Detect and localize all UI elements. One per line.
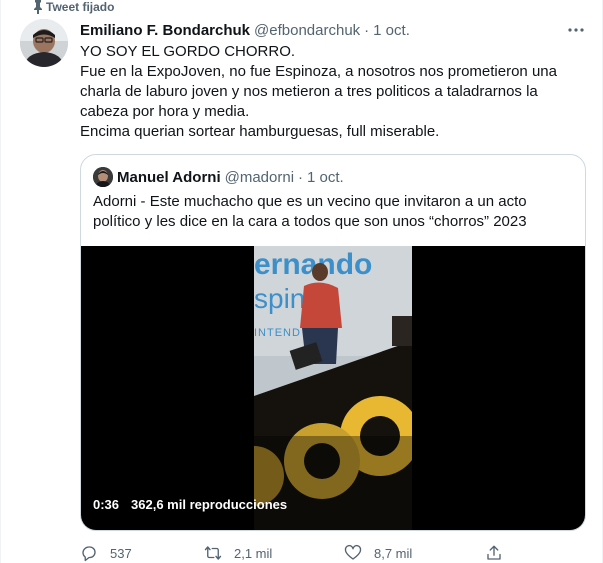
reply-button[interactable]: 537	[80, 544, 132, 562]
retweet-button[interactable]: 2,1 mil	[204, 544, 272, 562]
pin-icon	[34, 0, 42, 14]
tweet-line: YO SOY EL GORDO CHORRO.	[80, 43, 296, 60]
quoted-date[interactable]: 1 oct.	[307, 169, 344, 186]
tweet-date[interactable]: 1 oct.	[373, 22, 410, 39]
author-handle[interactable]: @efbondarchuk	[254, 22, 360, 39]
share-button[interactable]	[485, 544, 503, 562]
video-views: 362,6 mil reproducciones	[131, 497, 288, 512]
quoted-text: Adorni - Este muchacho que es un vecino …	[93, 193, 527, 230]
video-player[interactable]: ernando spin INTEND 0:36 362,6 mil repro…	[81, 246, 585, 530]
like-count: 8,7 mil	[374, 545, 413, 561]
separator-dot: ·	[298, 168, 304, 186]
quoted-author-handle[interactable]: @madorni	[225, 169, 294, 186]
banner-subtext: spin	[254, 283, 305, 314]
more-horizontal-icon	[568, 28, 584, 32]
tweet-line: Encima querian sortear hamburguesas, ful…	[80, 123, 440, 140]
author-avatar[interactable]	[20, 19, 68, 67]
pinned-label: Tweet fijado	[34, 0, 115, 14]
tweet-line: Fue en la ExpoJoven, no fue Espinoza, a …	[80, 63, 557, 120]
quoted-header: Manuel Adorni @madorni · 1 oct.	[93, 167, 344, 187]
like-button[interactable]: 8,7 mil	[344, 544, 412, 562]
tweet-text: YO SOY EL GORDO CHORRO. Fue en la ExpoJo…	[80, 42, 580, 142]
reply-count: 537	[110, 545, 132, 561]
more-options-button[interactable]	[566, 22, 586, 38]
retweet-count: 2,1 mil	[234, 545, 273, 561]
heart-icon	[344, 544, 362, 560]
banner-smalltext: INTEND	[254, 327, 301, 339]
quoted-tweet[interactable]: Manuel Adorni @madorni · 1 oct. Adorni -…	[80, 154, 586, 531]
video-duration: 0:36	[93, 497, 120, 512]
pinned-text: Tweet fijado	[46, 0, 115, 14]
video-info: 0:36 362,6 mil reproducciones	[93, 497, 287, 512]
author-name[interactable]: Emiliano F. Bondarchuk	[80, 22, 250, 39]
quoted-author-name[interactable]: Manuel Adorni	[117, 169, 221, 186]
action-bar: 537 2,1 mil 8,7 mil	[80, 543, 530, 563]
tweet-header: Emiliano F. Bondarchuk @efbondarchuk · 1…	[80, 22, 410, 39]
video-frame: ernando spin INTEND	[254, 246, 412, 530]
separator-dot: ·	[364, 22, 370, 39]
retweet-icon	[204, 546, 222, 560]
pinned-tweet[interactable]: Tweet fijado Emiliano F. Bondarchuk @efb…	[0, 0, 603, 563]
quoted-avatar[interactable]	[93, 167, 113, 187]
reply-icon	[82, 546, 96, 562]
share-icon	[487, 545, 501, 560]
